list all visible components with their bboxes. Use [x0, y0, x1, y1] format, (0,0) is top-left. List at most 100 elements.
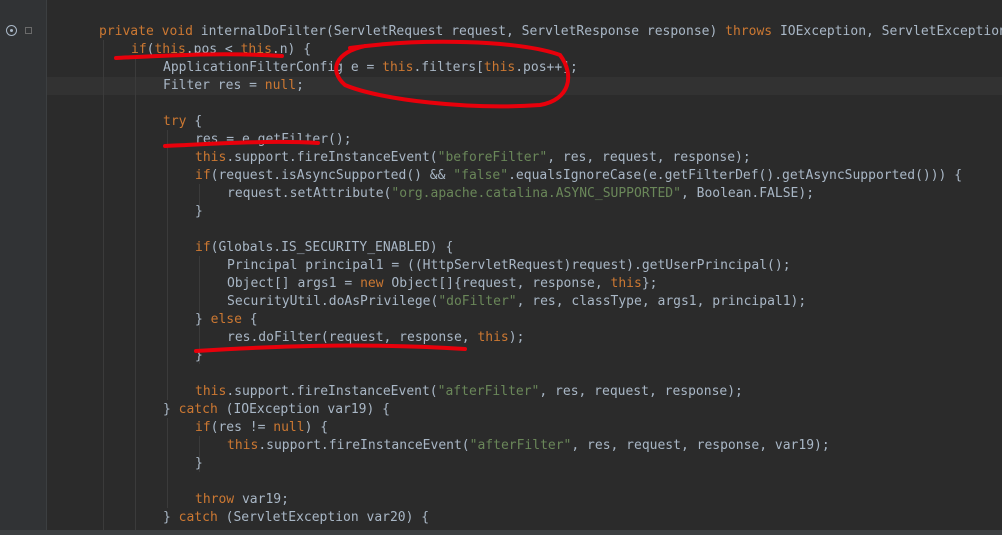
code-token: Principal principal1 = ((HttpServletRequ…: [227, 258, 791, 273]
code-token: this: [240, 42, 272, 57]
code-line[interactable]: if(Globals.IS_SECURITY_ENABLED) {: [195, 239, 453, 257]
code-line[interactable]: Principal principal1 = ((HttpServletRequ…: [227, 257, 791, 275]
code-line[interactable]: request.setAttribute("org.apache.catalin…: [227, 185, 814, 203]
code-line[interactable]: if(res != null) {: [195, 419, 328, 437]
code-token: this: [154, 42, 186, 57]
code-token: "afterFilter": [437, 384, 540, 399]
code-token: res = e.getFilter();: [195, 132, 352, 147]
code-line[interactable]: this.support.fireInstanceEvent("afterFil…: [195, 383, 743, 401]
code-token: request.setAttribute(: [227, 186, 392, 201]
code-token: "afterFilter": [469, 438, 572, 453]
code-line[interactable]: res.doFilter(request, response, this);: [227, 329, 524, 347]
indent-guide: [167, 130, 168, 400]
code-token: }: [195, 312, 211, 327]
code-line[interactable]: SecurityUtil.doAsPrivilege("doFilter", r…: [227, 293, 806, 311]
code-token: ;: [296, 78, 304, 93]
code-token: }: [195, 348, 203, 363]
code-editor[interactable]: private void internalDoFilter(ServletReq…: [47, 0, 1002, 535]
code-token: "false": [453, 168, 509, 183]
code-token: };: [641, 276, 658, 291]
code-token: Filter res =: [163, 78, 265, 93]
code-token: this: [382, 60, 414, 75]
code-token: new: [360, 276, 392, 291]
code-token: this: [195, 150, 227, 165]
code-token: (Globals.IS_SECURITY_ENABLED) {: [210, 240, 454, 255]
code-line[interactable]: if(this.pos < this.n) {: [131, 41, 311, 59]
code-token: , res, request, response);: [539, 384, 743, 399]
code-token: try: [163, 114, 195, 129]
code-token: else: [210, 312, 250, 327]
indent-guide: [103, 40, 104, 535]
code-token: throw: [195, 492, 242, 507]
code-token: (IOException var19) {: [225, 402, 390, 417]
code-token: (request.isAsyncSupported() &&: [210, 168, 454, 183]
code-token: , res, classType, args1, principal1);: [516, 294, 807, 309]
code-token: if: [195, 240, 211, 255]
code-token: catch: [178, 510, 226, 525]
code-line[interactable]: Filter res = null;: [163, 77, 304, 95]
code-token: Object[]{request, response,: [391, 276, 611, 291]
code-token: this: [227, 438, 259, 453]
code-token: , Boolean.FALSE);: [680, 186, 815, 201]
code-line[interactable]: try {: [163, 113, 202, 131]
code-token: .pos <: [185, 42, 241, 57]
code-line[interactable]: } catch (IOException var19) {: [163, 401, 390, 419]
code-token: (res !=: [210, 420, 274, 435]
code-token: "doFilter": [438, 294, 517, 309]
code-token: }: [195, 204, 203, 219]
code-token: "beforeFilter": [437, 150, 548, 165]
code-token: private void: [99, 24, 201, 39]
code-line[interactable]: Object[] args1 = new Object[]{request, r…: [227, 275, 658, 293]
code-token: Object[] args1 =: [227, 276, 361, 291]
code-token: SecurityUtil.doAsPrivilege(: [227, 294, 439, 309]
horizontal-scrollbar[interactable]: [0, 530, 1002, 535]
code-token: .n) {: [271, 42, 312, 57]
code-token: null: [264, 78, 297, 93]
code-line[interactable]: this.support.fireInstanceEvent("beforeFi…: [195, 149, 751, 167]
code-token: IOException, ServletException {: [779, 24, 1002, 39]
code-line[interactable]: }: [195, 347, 203, 365]
code-line[interactable]: }: [195, 203, 203, 221]
code-token: null: [273, 420, 305, 435]
code-token: var19;: [241, 492, 289, 507]
code-token: , res, request, response);: [547, 150, 751, 165]
code-token: if: [131, 42, 147, 57]
code-token: ApplicationFilterConfig e =: [163, 60, 383, 75]
code-token: }: [163, 510, 179, 525]
code-token: (ServletException var20) {: [225, 510, 430, 525]
code-token: .support.fireInstanceEvent(: [226, 150, 438, 165]
code-line[interactable]: ApplicationFilterConfig e = this.filters…: [163, 59, 578, 77]
code-line[interactable]: this.support.fireInstanceEvent("afterFil…: [227, 437, 830, 455]
code-token: , res, request, response, var19);: [571, 438, 830, 453]
code-token: }: [163, 402, 179, 417]
fold-marker-icon[interactable]: [25, 27, 32, 34]
code-line[interactable]: } catch (ServletException var20) {: [163, 509, 429, 527]
code-token: .pos++];: [515, 60, 578, 75]
code-token: catch: [178, 402, 226, 417]
code-token: {: [249, 312, 258, 327]
code-token: this: [195, 384, 227, 399]
code-token: this: [477, 330, 509, 345]
indent-guide: [167, 418, 168, 508]
code-token: .support.fireInstanceEvent(: [258, 438, 470, 453]
code-token: {: [194, 114, 203, 129]
code-token: if: [195, 420, 211, 435]
code-token: throws: [725, 24, 780, 39]
code-line[interactable]: private void internalDoFilter(ServletReq…: [99, 23, 1002, 41]
indent-guide: [135, 58, 136, 535]
code-token: .support.fireInstanceEvent(: [226, 384, 438, 399]
code-token: }: [195, 456, 203, 471]
override-method-icon[interactable]: [6, 25, 17, 36]
code-line[interactable]: }: [195, 455, 203, 473]
code-line[interactable]: throw var19;: [195, 491, 289, 509]
code-line[interactable]: res = e.getFilter();: [195, 131, 352, 149]
code-line[interactable]: if(request.isAsyncSupported() && "false"…: [195, 167, 962, 185]
code-token: ) {: [304, 420, 329, 435]
code-token: this: [610, 276, 642, 291]
code-token: );: [508, 330, 525, 345]
code-line[interactable]: } else {: [195, 311, 258, 329]
code-token: "org.apache.catalina.ASYNC_SUPPORTED": [391, 186, 681, 201]
code-token: this: [483, 60, 516, 75]
code-token: internalDoFilter(ServletRequest request,…: [200, 24, 726, 39]
editor-gutter: [0, 0, 46, 535]
